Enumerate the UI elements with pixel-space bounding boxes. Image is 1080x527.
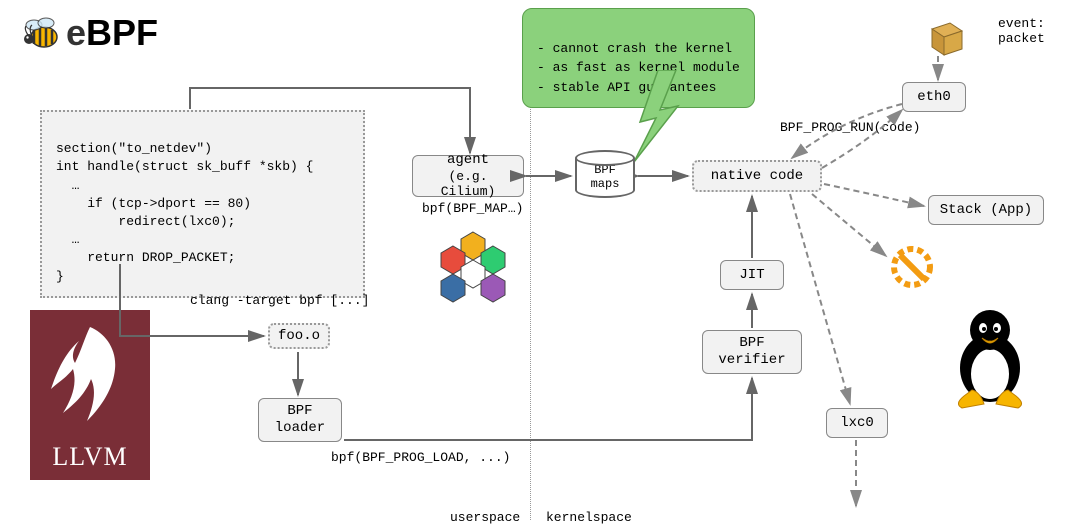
- diagram-arrows: [0, 0, 1080, 527]
- bpf-maps-cylinder: BPF maps: [575, 150, 635, 198]
